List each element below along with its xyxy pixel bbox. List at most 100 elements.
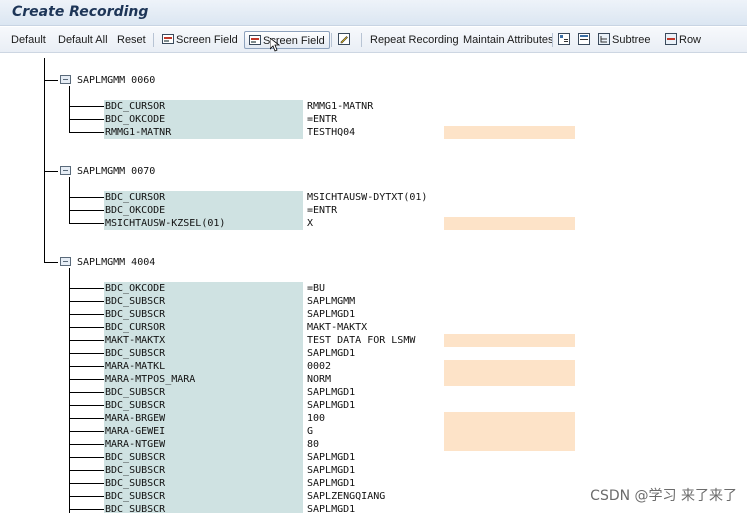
field-attribute-cell[interactable] (444, 360, 575, 373)
folder-icon (60, 257, 71, 266)
field-name: MSICHTAUSW-KZSEL(01) (104, 217, 303, 230)
tree-branch-line (69, 392, 104, 393)
field-name: BDC_SUBSCR (104, 451, 303, 464)
tree-branch-line (69, 405, 104, 406)
tree-trunk-line (44, 58, 45, 263)
tree-branch-line (69, 431, 104, 432)
subtree-button[interactable]: Subtree (598, 31, 651, 49)
row-label: Row (679, 34, 702, 46)
field-attribute-cell[interactable] (444, 425, 575, 438)
tree-branch-line (69, 470, 104, 471)
toolbar-separator (153, 33, 154, 47)
field-value-input[interactable]: TEST DATA FOR LSMW (306, 334, 437, 347)
default-all-button[interactable]: Default All (58, 31, 108, 49)
field-value: RMMG1-MATNR (307, 101, 374, 112)
field-value: MAKT-MAKTX (307, 322, 368, 333)
recording-tree: SAPLMGMM 0060 BDC_CURSOR RMMG1-MATNR BDC_OK… (0, 54, 747, 513)
field-value: SAPLMGD1 (307, 504, 356, 513)
field-name: BDC_CURSOR (104, 191, 303, 204)
field-value-input[interactable]: G (306, 425, 437, 438)
field-value-input[interactable]: 100 (306, 412, 437, 425)
edit-button[interactable] (338, 31, 352, 49)
field-name: MARA-GEWEI (104, 425, 303, 438)
field-name: BDC_OKCODE (104, 113, 303, 126)
edit-icon (338, 33, 350, 45)
tree-branch-line (69, 444, 104, 445)
title-bar: Create Recording (0, 0, 747, 26)
tree-branch-line (69, 177, 70, 224)
field-attribute-cell[interactable] (444, 373, 575, 386)
field-name: BDC_OKCODE (104, 204, 303, 217)
screen-title: SAPLMGMM 0060 (77, 75, 156, 86)
field-value-input[interactable]: X (306, 217, 437, 230)
screen-title: SAPLMGMM 0070 (77, 166, 156, 177)
field-value: =ENTR (307, 114, 338, 125)
screen-node[interactable]: SAPLMGMM 0070 (60, 165, 155, 178)
field-value: SAPLMGD1 (307, 387, 356, 398)
repeat-recording-button[interactable]: Repeat Recording (370, 31, 459, 49)
tree-branch-line (69, 366, 104, 367)
field-value: SAPLMGD1 (307, 348, 356, 359)
window-title: Create Recording (12, 4, 149, 20)
tree-branch-line (69, 197, 104, 198)
tree-branch-line (69, 314, 104, 315)
expand-icon (558, 33, 570, 45)
reset-button[interactable]: Reset (117, 31, 146, 49)
default-button[interactable]: Default (11, 31, 46, 49)
maintain-attributes-button[interactable]: Maintain Attributes (463, 31, 554, 49)
field-attribute-cell[interactable] (444, 438, 575, 451)
screen-field-button[interactable]: Screen Field (162, 31, 238, 49)
folder-icon (60, 75, 71, 84)
tree-branch-line (69, 353, 104, 354)
field-name: MARA-MATKL (104, 360, 303, 373)
field-name: BDC_OKCODE (104, 282, 303, 295)
field-name: BDC_SUBSCR (104, 295, 303, 308)
tree-branch-line (69, 340, 104, 341)
field-attribute-cell[interactable] (444, 412, 575, 425)
row-icon (665, 33, 677, 45)
tree-branch-line (69, 327, 104, 328)
field-name: MAKT-MAKTX (104, 334, 303, 347)
field-name: BDC_SUBSCR (104, 464, 303, 477)
subtree-icon (598, 33, 610, 45)
field-value-input[interactable]: 0002 (306, 360, 437, 373)
field-value: SAPLMGD1 (307, 478, 356, 489)
collapse-button[interactable] (578, 31, 592, 49)
field-name: MARA-BRGEW (104, 412, 303, 425)
tree-branch-line (69, 457, 104, 458)
toolbar-separator (331, 33, 332, 47)
field-value-input[interactable]: TESTHQ04 (306, 126, 437, 139)
tree-branch-line (69, 86, 70, 133)
field-name: BDC_CURSOR (104, 321, 303, 334)
row-button[interactable]: Row (665, 31, 701, 49)
tree-branch-line (69, 379, 104, 380)
screen-field-button-active[interactable]: Screen Field (244, 31, 330, 49)
application-toolbar: Default Default All Reset Screen Field S… (0, 27, 747, 53)
screen-node[interactable]: SAPLMGMM 0060 (60, 74, 155, 87)
screen-field-label: Screen Field (176, 34, 238, 46)
field-attribute-cell[interactable] (444, 217, 575, 230)
field-value: SAPLMGMM (307, 296, 356, 307)
tree-branch-line (69, 418, 104, 419)
tree-branch-line (69, 210, 104, 211)
field-value: SAPLMGD1 (307, 400, 356, 411)
tree-branch-line (69, 223, 104, 224)
folder-icon (60, 166, 71, 175)
field-name: BDC_SUBSCR (104, 490, 303, 503)
screen-node[interactable]: SAPLMGMM 4004 (60, 256, 155, 269)
expand-button[interactable] (558, 31, 572, 49)
field-value: =BU (307, 283, 326, 294)
field-name: BDC_SUBSCR (104, 399, 303, 412)
field-name: BDC_SUBSCR (104, 308, 303, 321)
tree-branch-line (69, 132, 104, 133)
field-value-input[interactable]: 80 (306, 438, 437, 451)
mouse-cursor-icon (270, 38, 280, 52)
field-value-input[interactable]: NORM (306, 373, 437, 386)
toolbar-separator (361, 33, 362, 47)
field-name: BDC_SUBSCR (104, 477, 303, 490)
field-attribute-cell[interactable] (444, 334, 575, 347)
field-attribute-cell[interactable] (444, 126, 575, 139)
tree-branch-line (69, 483, 104, 484)
tree-branch-line (69, 119, 104, 120)
watermark: CSDN @学习 来了来了 (590, 488, 737, 504)
